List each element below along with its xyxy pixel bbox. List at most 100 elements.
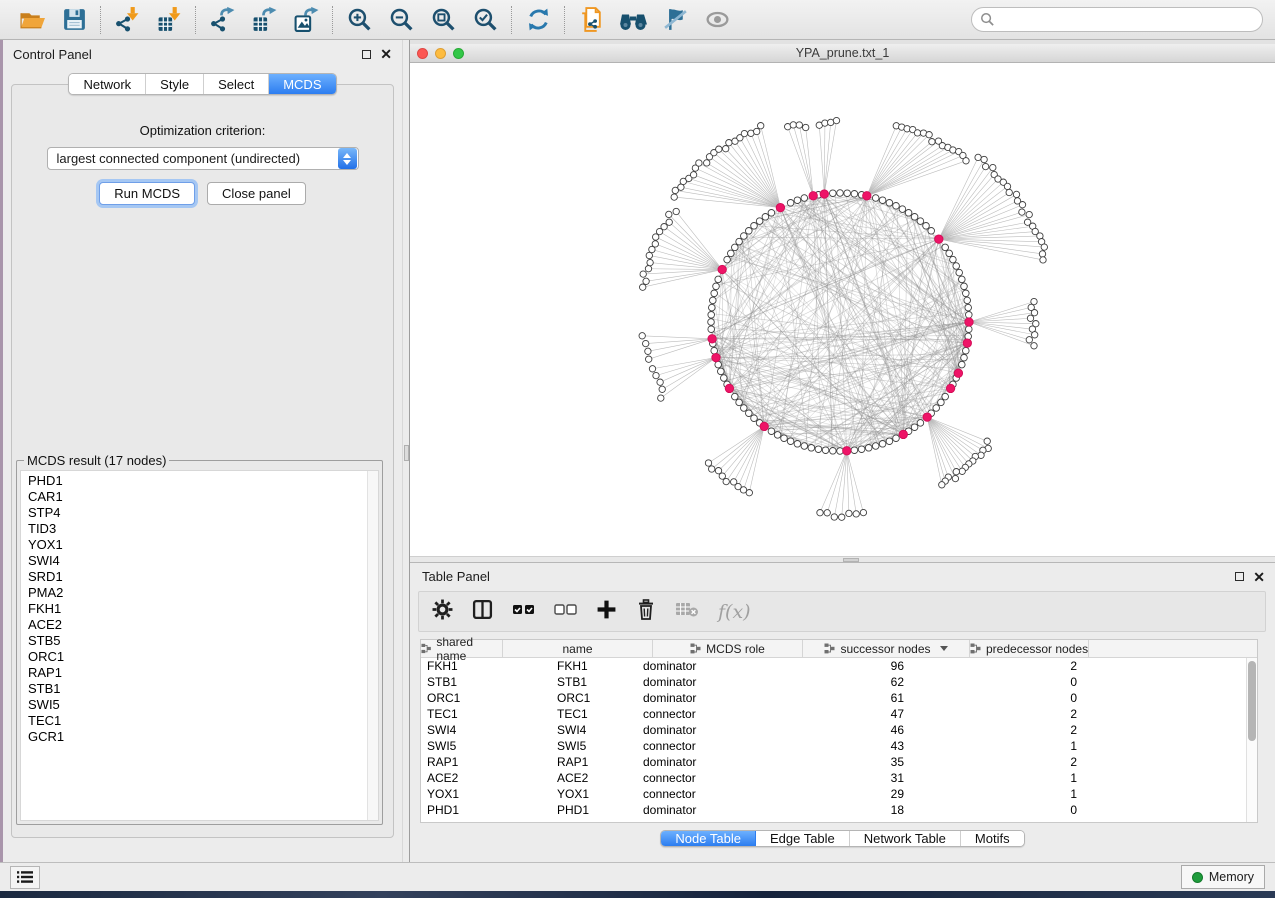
mcds-result-node[interactable]: SWI4 (28, 553, 378, 569)
cell-mcds-role[interactable]: dominator (634, 803, 784, 817)
mcds-result-node[interactable]: STB5 (28, 633, 378, 649)
cell-shared-name[interactable]: TEC1 (421, 707, 552, 721)
cell-shared-name[interactable]: PHD1 (421, 803, 552, 817)
vertical-splitter[interactable] (402, 40, 410, 862)
cell-shared-name[interactable]: FKH1 (421, 659, 552, 673)
export-table-button[interactable] (246, 4, 282, 36)
cell-mcds-role[interactable]: connector (634, 707, 784, 721)
cell-name[interactable]: ORC1 (552, 691, 634, 705)
table-row[interactable]: SWI5 SWI5 connector 43 1 (421, 738, 1257, 754)
network-graph[interactable] (410, 63, 1275, 556)
table-row[interactable]: RAP1 RAP1 dominator 35 2 (421, 754, 1257, 770)
cell-name[interactable]: SWI4 (552, 723, 634, 737)
cell-successor-nodes[interactable]: 29 (784, 787, 934, 801)
mcds-result-node[interactable]: FKH1 (28, 601, 378, 617)
result-list-scrollbar[interactable] (367, 471, 378, 820)
control-panel-tab[interactable]: MCDS (269, 74, 335, 94)
float-panel-icon[interactable] (1235, 572, 1244, 581)
column-header[interactable]: shared name (421, 640, 503, 657)
cell-predecessor-nodes[interactable]: 2 (934, 707, 1101, 721)
clone-network-button[interactable] (573, 4, 609, 36)
mcds-result-node[interactable]: STB1 (28, 681, 378, 697)
cell-shared-name[interactable]: YOX1 (421, 787, 552, 801)
column-header[interactable]: name (503, 640, 653, 657)
delete-column-button[interactable] (636, 599, 656, 625)
mcds-result-node[interactable]: PMA2 (28, 585, 378, 601)
cell-predecessor-nodes[interactable]: 1 (934, 739, 1101, 753)
column-header[interactable]: successor nodes (803, 640, 970, 657)
mcds-result-node[interactable]: YOX1 (28, 537, 378, 553)
cell-predecessor-nodes[interactable]: 1 (934, 771, 1101, 785)
refresh-view-button[interactable] (520, 4, 556, 36)
cell-shared-name[interactable]: SWI4 (421, 723, 552, 737)
column-header[interactable]: predecessor nodes (970, 640, 1089, 657)
criterion-select[interactable]: largest connected component (undirected) (47, 147, 359, 170)
table-tab[interactable]: Network Table (850, 831, 961, 846)
cell-successor-nodes[interactable]: 62 (784, 675, 934, 689)
cell-predecessor-nodes[interactable]: 1 (934, 787, 1101, 801)
table-scrollbar[interactable] (1246, 658, 1257, 822)
cell-mcds-role[interactable]: connector (634, 771, 784, 785)
export-image-button[interactable] (288, 4, 324, 36)
cell-mcds-role[interactable]: dominator (634, 659, 784, 673)
network-window-titlebar[interactable]: YPA_prune.txt_1 (410, 44, 1275, 63)
open-file-button[interactable] (14, 4, 50, 36)
cell-predecessor-nodes[interactable]: 0 (934, 675, 1101, 689)
cell-shared-name[interactable]: RAP1 (421, 755, 552, 769)
import-network-button[interactable] (109, 4, 145, 36)
column-header[interactable]: MCDS role (653, 640, 803, 657)
table-row[interactable]: YOX1 YOX1 connector 29 1 (421, 786, 1257, 802)
memory-button[interactable]: Memory (1181, 865, 1265, 889)
cell-successor-nodes[interactable]: 43 (784, 739, 934, 753)
horizontal-splitter[interactable] (410, 556, 1275, 563)
cell-name[interactable]: FKH1 (552, 659, 634, 673)
cell-shared-name[interactable]: STB1 (421, 675, 552, 689)
deselect-all-columns-button[interactable] (554, 602, 577, 622)
float-panel-icon[interactable] (362, 50, 371, 59)
cell-mcds-role[interactable]: dominator (634, 755, 784, 769)
mcds-result-node[interactable]: PHD1 (28, 473, 378, 489)
table-row[interactable]: STB1 STB1 dominator 62 0 (421, 674, 1257, 690)
table-row[interactable]: ORC1 ORC1 dominator 61 0 (421, 690, 1257, 706)
cell-name[interactable]: ACE2 (552, 771, 634, 785)
mcds-result-node[interactable]: SWI5 (28, 697, 378, 713)
cell-successor-nodes[interactable]: 47 (784, 707, 934, 721)
cell-successor-nodes[interactable]: 31 (784, 771, 934, 785)
add-column-button[interactable] (596, 599, 617, 625)
cell-mcds-role[interactable]: dominator (634, 723, 784, 737)
cell-name[interactable]: RAP1 (552, 755, 634, 769)
network-search-box[interactable] (971, 7, 1263, 32)
cell-shared-name[interactable]: ORC1 (421, 691, 552, 705)
mcds-result-node[interactable]: CAR1 (28, 489, 378, 505)
splitter-grip[interactable] (843, 558, 859, 562)
table-tab[interactable]: Edge Table (756, 831, 850, 846)
panel-layout-button[interactable] (472, 599, 493, 625)
table-row[interactable]: ACE2 ACE2 connector 31 1 (421, 770, 1257, 786)
sort-chevron-icon[interactable] (940, 646, 948, 651)
cell-name[interactable]: YOX1 (552, 787, 634, 801)
table-row[interactable]: FKH1 FKH1 dominator 96 2 (421, 658, 1257, 674)
table-row[interactable]: TEC1 TEC1 connector 47 2 (421, 706, 1257, 722)
cell-predecessor-nodes[interactable]: 2 (934, 659, 1101, 673)
mcds-result-list[interactable]: PHD1CAR1STP4TID3YOX1SWI4SRD1PMA2FKH1ACE2… (20, 470, 379, 821)
cell-successor-nodes[interactable]: 96 (784, 659, 934, 673)
table-tab[interactable]: Node Table (661, 831, 756, 846)
mcds-result-node[interactable]: ACE2 (28, 617, 378, 633)
save-session-button[interactable] (56, 4, 92, 36)
cell-predecessor-nodes[interactable]: 0 (934, 803, 1101, 817)
task-history-button[interactable] (10, 866, 40, 889)
search-network-button[interactable] (615, 4, 651, 36)
cell-successor-nodes[interactable]: 35 (784, 755, 934, 769)
cell-mcds-role[interactable]: dominator (634, 691, 784, 705)
table-scrollbar-thumb[interactable] (1248, 661, 1256, 741)
cell-predecessor-nodes[interactable]: 0 (934, 691, 1101, 705)
mcds-result-node[interactable]: TEC1 (28, 713, 378, 729)
mcds-result-node[interactable]: ORC1 (28, 649, 378, 665)
control-panel-tab[interactable]: Network (69, 74, 146, 94)
cell-successor-nodes[interactable]: 46 (784, 723, 934, 737)
cell-predecessor-nodes[interactable]: 2 (934, 755, 1101, 769)
cell-mcds-role[interactable]: connector (634, 739, 784, 753)
export-network-button[interactable] (204, 4, 240, 36)
close-panel-icon[interactable]: ✕ (1253, 572, 1265, 582)
cell-successor-nodes[interactable]: 18 (784, 803, 934, 817)
